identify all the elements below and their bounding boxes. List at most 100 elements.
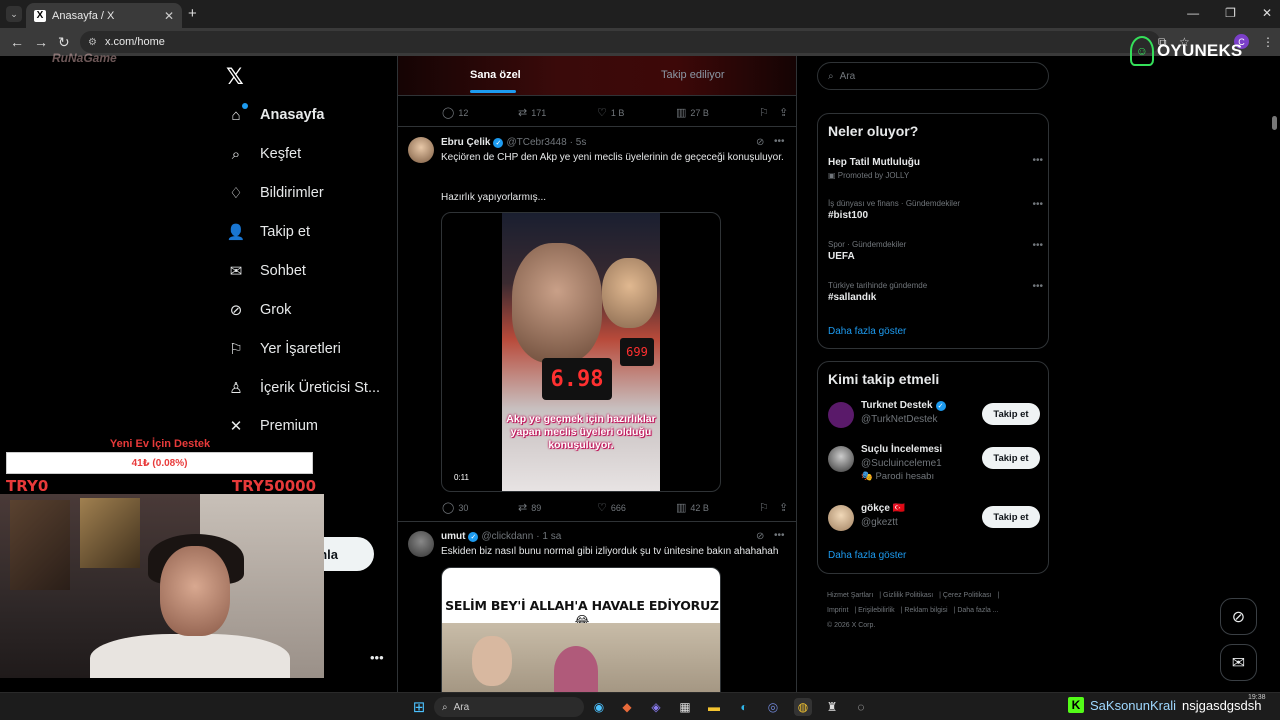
sidebar-item-notifications[interactable]: ♢ Bildirimler <box>226 183 323 203</box>
who-show-more-link[interactable]: Daha fazla göster <box>828 550 906 561</box>
sponsor-logo: ☺ OYUNEKS <box>1130 36 1242 66</box>
url-field[interactable]: ⚙ x.com/home <box>80 31 1160 53</box>
author-handle[interactable]: @TCebr3448 <box>506 137 566 148</box>
follow-suggestion[interactable]: Turknet Destek ✓ @TurkNetDestek Takip et <box>828 400 1040 430</box>
trend-more-icon[interactable]: ••• <box>1032 281 1043 292</box>
share-icon: ⇪ <box>779 107 789 119</box>
footer-link[interactable]: Erişilebilirlik <box>858 607 895 614</box>
tab-following[interactable]: Takip ediliyor <box>661 69 725 81</box>
bookmark-button[interactable]: ⚐ <box>759 501 779 514</box>
tweet-time[interactable]: · 1 sa <box>536 531 561 542</box>
widgets-icon[interactable]: ◉ <box>590 698 608 716</box>
views-button[interactable]: ▥ 27 B <box>676 106 759 119</box>
author-name[interactable]: Ebru Çelik <box>441 137 490 148</box>
trend-item[interactable]: Türkiye tarihinde gündemde #sallandık ••… <box>828 281 1043 303</box>
copilot-icon[interactable]: ◆ <box>618 698 636 716</box>
follow-button[interactable]: Takip et <box>982 447 1040 469</box>
follow-button[interactable]: Takip et <box>982 403 1040 425</box>
obs-icon[interactable]: ◌ <box>852 698 870 716</box>
trend-more-icon[interactable]: ••• <box>1032 199 1043 210</box>
repost-button[interactable]: ⇄ 89 <box>518 501 597 514</box>
site-info-icon[interactable]: ⚙ <box>88 37 97 48</box>
follow-button[interactable]: Takip et <box>982 506 1040 528</box>
grok-fab-button[interactable]: ⊘ <box>1220 598 1257 635</box>
store-icon[interactable]: ▦ <box>676 698 694 716</box>
footer-link[interactable]: Reklam bilgisi <box>904 607 947 614</box>
tweet-time[interactable]: · 5s <box>570 137 587 148</box>
avatar[interactable] <box>408 531 434 557</box>
sidebar-item-follow[interactable]: 👤 Takip et <box>226 222 310 242</box>
minimize-icon[interactable]: — <box>1187 6 1199 20</box>
sidebar-item-premium[interactable]: ✕ Premium <box>226 416 318 436</box>
trend-item[interactable]: Spor · Gündemdekiler UEFA ••• <box>828 240 1043 262</box>
trend-item[interactable]: İş dünyası ve finans · Gündemdekiler #bi… <box>828 199 1043 221</box>
close-tab-icon[interactable]: ✕ <box>164 9 174 23</box>
sidebar-item-chat[interactable]: ✉ Sohbet <box>226 261 306 281</box>
like-button[interactable]: ♡ 1 B <box>597 106 676 119</box>
views-button[interactable]: ▥ 42 B <box>676 501 759 514</box>
footer-link[interactable]: Daha fazla ... <box>957 607 998 614</box>
reply-button[interactable]: ◯ 30 <box>442 501 518 514</box>
tweet-video[interactable]: SELİM BEY'İ ALLAH'A HAVALE EDİYORUZ 😂 <box>441 567 721 692</box>
author-handle[interactable]: @clickdann <box>481 531 533 542</box>
close-window-icon[interactable]: ✕ <box>1262 6 1272 20</box>
sidebar-item-home[interactable]: ⌂ Anasayfa <box>226 103 324 125</box>
reload-icon[interactable]: ↻ <box>58 34 70 51</box>
trends-show-more-link[interactable]: Daha fazla göster <box>828 326 906 337</box>
follow-suggestion[interactable]: Suçlu İncelemesi @Sucluinceleme1 🎭 Parod… <box>828 444 1040 482</box>
more-options-icon[interactable]: ••• <box>774 530 785 541</box>
sidebar-item-creator-studio[interactable]: ♙ İçerik Üreticisi St... <box>226 378 380 398</box>
avatar <box>828 446 854 472</box>
share-button[interactable]: ⇪ <box>779 501 788 514</box>
windows-start-icon[interactable]: ⊞ <box>410 698 428 716</box>
trend-item[interactable]: Hep Tatil Mutluluğu ▣ Promoted by JOLLY … <box>828 155 1043 180</box>
trend-more-icon[interactable]: ••• <box>1032 155 1043 166</box>
trend-more-icon[interactable]: ••• <box>1032 240 1043 251</box>
restore-icon[interactable]: ❐ <box>1225 6 1236 20</box>
follow-suggestion[interactable]: gökçe 🇹🇷 @gkeztt Takip et <box>828 503 1040 533</box>
scrollbar[interactable] <box>1272 116 1277 130</box>
share-button[interactable]: ⇪ <box>779 106 788 119</box>
back-icon[interactable]: ← <box>10 34 24 50</box>
browser-tab[interactable]: X Anasayfa / X ✕ <box>26 3 182 28</box>
account-menu-icon[interactable]: ••• <box>370 650 384 665</box>
video-counter: 6.98 <box>542 358 612 400</box>
search-input[interactable]: ⌕ Ara <box>817 62 1049 90</box>
repost-button[interactable]: ⇄ 171 <box>518 106 597 119</box>
grok-icon[interactable]: ⊘ <box>756 137 764 148</box>
sidebar-item-explore[interactable]: ⌕ Keşfet <box>226 144 301 164</box>
footer-link[interactable]: Imprint <box>827 607 848 614</box>
search-icon: ⌕ <box>231 145 241 163</box>
browser-menu-icon[interactable]: ⋮ <box>1262 35 1274 49</box>
x-logo-icon[interactable]: 𝕏 <box>226 64 244 90</box>
avatar[interactable] <box>408 137 434 163</box>
edge-icon[interactable]: ◐ <box>735 698 753 716</box>
trends-title: Neler oluyor? <box>828 123 919 139</box>
file-explorer-icon[interactable]: ▬ <box>705 698 723 716</box>
taskbar-search[interactable]: ⌕ Ara <box>434 697 584 717</box>
new-tab-icon[interactable]: + <box>188 5 197 22</box>
messages-fab-button[interactable]: ✉ <box>1220 644 1257 681</box>
timeline: Sana özel Takip ediliyor ◯ 12 ⇄ 171 ♡ 1 B ▥… <box>397 56 797 692</box>
teams-icon[interactable]: ◈ <box>647 698 665 716</box>
tweet-video[interactable]: 699 6.98 Akp ye geçmek için hazırlıklar … <box>441 212 721 492</box>
tab-search-icon[interactable]: ⌄ <box>6 6 22 22</box>
sidebar-item-grok[interactable]: ⊘ Grok <box>226 300 292 320</box>
grok-icon[interactable]: ⊘ <box>756 531 764 542</box>
forward-icon[interactable]: → <box>34 34 48 50</box>
footer-link[interactable]: Çerez Politikası <box>943 592 992 599</box>
like-button[interactable]: ♡ 666 <box>597 501 676 514</box>
author-name[interactable]: umut <box>441 531 465 542</box>
tab-for-you[interactable]: Sana özel <box>470 69 521 81</box>
app-icon[interactable]: ♜ <box>823 698 841 716</box>
chrome-icon[interactable]: ◍ <box>794 698 812 716</box>
sidebar-item-bookmarks[interactable]: ⚐ Yer İşaretleri <box>226 339 341 359</box>
footer-link[interactable]: Gizlilik Politikası <box>883 592 933 599</box>
streamer-webcam <box>0 494 324 678</box>
reply-button[interactable]: ◯ 12 <box>442 106 518 119</box>
discord-icon[interactable]: ◎ <box>764 698 782 716</box>
taskbar-clock[interactable]: 19:38 <box>1248 694 1266 701</box>
more-options-icon[interactable]: ••• <box>774 136 785 147</box>
bookmark-button[interactable]: ⚐ <box>759 106 779 119</box>
footer-link[interactable]: Hizmet Şartları <box>827 592 873 599</box>
